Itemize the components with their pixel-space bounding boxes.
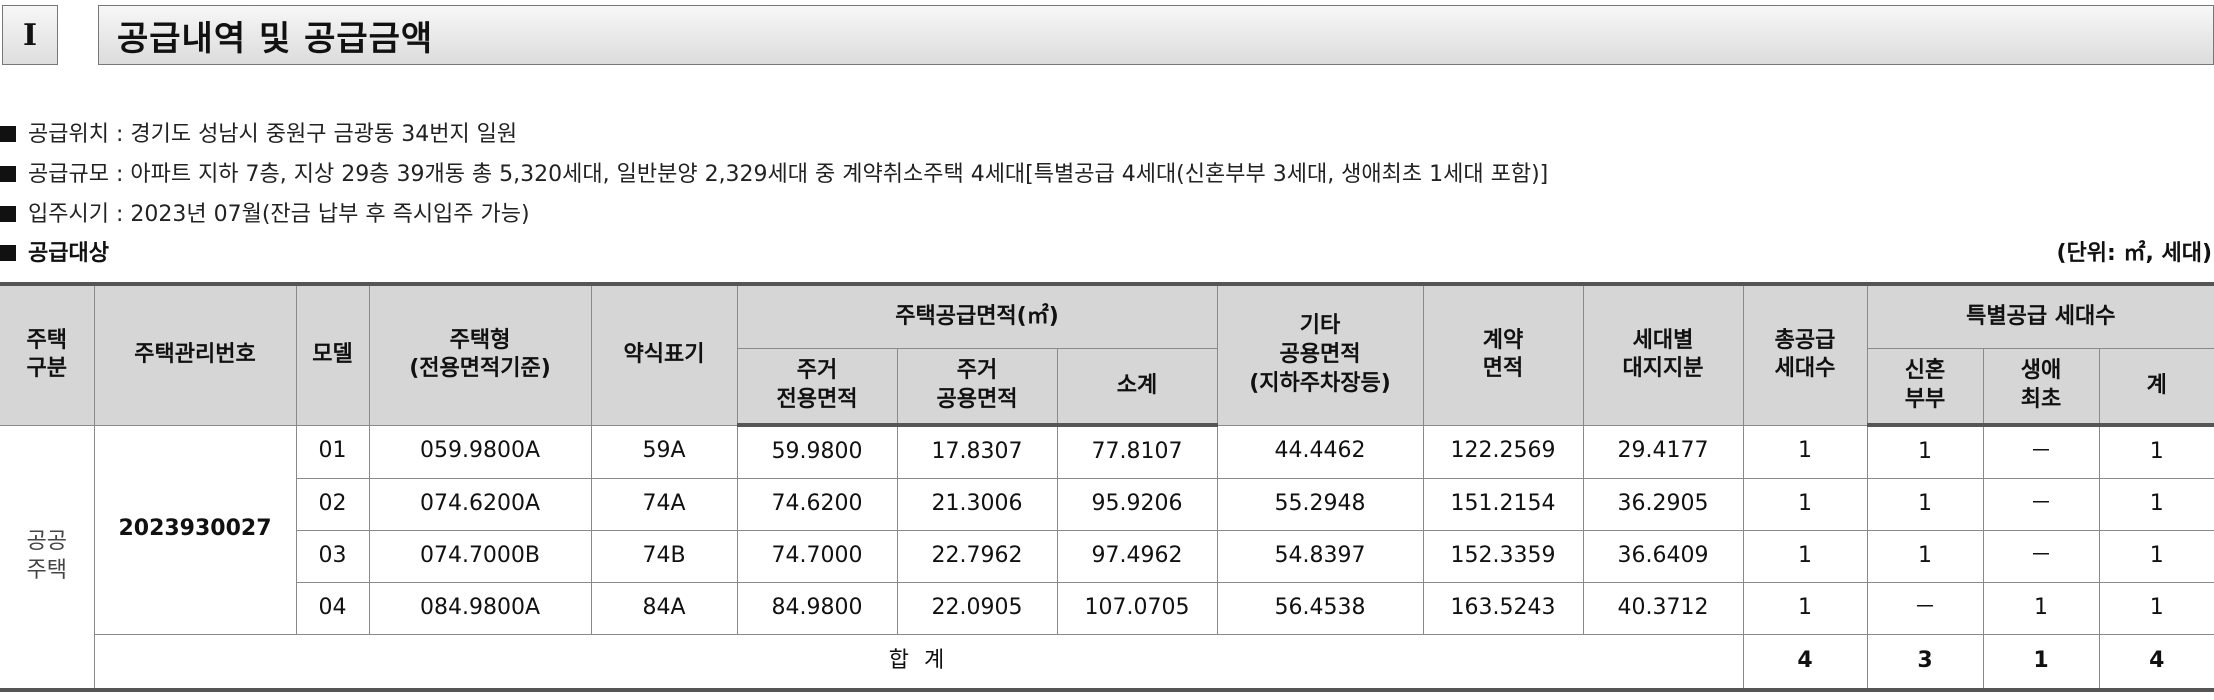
special-total-cell: 1: [2098, 424, 2214, 479]
header-total-units: 총공급 세대수: [1742, 283, 1868, 426]
subtotal-cell: 97.4962: [1056, 530, 1218, 583]
header-supply-area: 주택공급면적(㎡): [736, 283, 1218, 349]
type-cell: 084.9800A: [368, 582, 592, 635]
unit-label: (단위: ㎡, 세대): [2056, 241, 2212, 266]
first-time-cell: －: [1982, 530, 2100, 583]
land-cell: 29.4177: [1582, 424, 1744, 479]
header-subtotal: 소계: [1056, 348, 1218, 427]
type-cell: 059.9800A: [368, 424, 592, 479]
newlywed-cell: 1: [1866, 530, 1984, 583]
header-mgmt-no: 주택관리번호: [93, 283, 297, 426]
common-cell: 21.3006: [896, 478, 1058, 531]
header-abbr: 약식표기: [590, 283, 738, 426]
sum-newlywed-cell: 3: [1866, 634, 1984, 691]
other-cell: 44.4462: [1216, 424, 1424, 479]
excl-cell: 74.7000: [736, 530, 898, 583]
header-other-common: 기타 공용면적 (지하주차장등): [1216, 283, 1424, 426]
section-title: 공급내역 및 공급금액: [98, 5, 2214, 65]
subtotal-cell: 107.0705: [1056, 582, 1218, 635]
contract-cell: 122.2569: [1422, 424, 1584, 479]
header-first-time: 생애 최초: [1982, 348, 2100, 427]
excl-cell: 59.9800: [736, 424, 898, 479]
first-time-cell: －: [1982, 478, 2100, 531]
header-special: 특별공급 세대수: [1866, 283, 2214, 349]
square-bullet-icon: [0, 126, 16, 142]
total-cell: 1: [1742, 478, 1868, 531]
contract-cell: 163.5243: [1422, 582, 1584, 635]
header-residential-exclusive: 주거 전용면적: [737, 348, 898, 427]
other-cell: 55.2948: [1216, 478, 1424, 531]
total-cell: 1: [1742, 424, 1868, 479]
section-number: I: [2, 5, 58, 65]
excl-cell: 74.6200: [736, 478, 898, 531]
info-location: 공급위치 : 경기도 성남시 중원구 금광동 34번지 일원: [0, 116, 517, 148]
abbr-cell: 74B: [590, 530, 738, 583]
abbr-cell: 59A: [590, 424, 738, 479]
model-cell: 01: [295, 424, 370, 479]
supply-table: 주택 구분 주택관리번호 모델 주택형 (전용면적기준) 약식표기 주택공급면적(㎡…: [0, 282, 2214, 692]
sum-total-cell: 4: [1742, 634, 1868, 691]
header-special-total: 계: [2098, 348, 2214, 427]
other-cell: 54.8397: [1216, 530, 1424, 583]
abbr-cell: 74A: [590, 478, 738, 531]
contract-cell: 151.2154: [1422, 478, 1584, 531]
common-cell: 17.8307: [896, 424, 1058, 479]
total-cell: 1: [1742, 582, 1868, 635]
info-scale: 공급규모 : 아파트 지하 7층, 지상 29층 39개동 총 5,320세대,…: [0, 156, 1548, 188]
abbr-cell: 84A: [590, 582, 738, 635]
section-header: I 공급내역 및 공급금액: [0, 5, 2214, 67]
land-cell: 36.2905: [1582, 478, 1744, 531]
square-bullet-icon: [0, 206, 16, 222]
newlywed-cell: 1: [1866, 424, 1984, 479]
header-land-share: 세대별 대지지분: [1582, 283, 1744, 426]
land-cell: 40.3712: [1582, 582, 1744, 635]
model-cell: 02: [296, 478, 370, 531]
header-contract-area: 계약 면적: [1422, 283, 1584, 426]
excl-cell: 84.9800: [736, 582, 898, 635]
sum-label: 합 계: [94, 634, 1744, 691]
special-total-cell: 1: [2098, 530, 2214, 583]
type-cell: 074.7000B: [368, 530, 592, 583]
table-row: 02 074.6200A 74A 74.6200 21.3006 95.9206…: [0, 478, 2214, 531]
type-cell: 074.6200A: [368, 478, 592, 531]
info-target: 공급대상: [0, 235, 109, 267]
header-newlywed: 신혼 부부: [1866, 348, 1984, 427]
square-bullet-icon: [0, 245, 16, 261]
total-cell: 1: [1742, 530, 1868, 583]
newlywed-cell: 1: [1866, 478, 1984, 531]
info-move-in: 입주시기 : 2023년 07월(잔금 납부 후 즉시입주 가능): [0, 196, 530, 228]
special-total-cell: 1: [2098, 478, 2214, 531]
contract-cell: 152.3359: [1422, 530, 1584, 583]
model-cell: 03: [296, 530, 370, 583]
other-cell: 56.4538: [1216, 582, 1424, 635]
table-row: 04 084.9800A 84A 84.9800 22.0905 107.070…: [0, 582, 2214, 635]
subtotal-cell: 77.8107: [1056, 424, 1218, 479]
group-cell: 공공 주택: [0, 424, 95, 691]
header-residential-common: 주거 공용면적: [896, 348, 1058, 427]
subtotal-cell: 95.9206: [1056, 478, 1218, 531]
header-model: 모델: [295, 283, 370, 426]
table-row: 공공 주택 2023930027 01 059.9800A 59A 59.9800…: [0, 424, 2214, 691]
model-cell: 04: [296, 582, 370, 635]
table-row: 03 074.7000B 74B 74.7000 22.7962 97.4962…: [0, 530, 2214, 583]
common-cell: 22.7962: [896, 530, 1058, 583]
header-type-group: 주택 구분: [0, 283, 95, 426]
mgmt-number-cell: 2023930027: [93, 424, 297, 635]
square-bullet-icon: [0, 166, 16, 182]
sum-first-time-cell: 1: [1982, 634, 2100, 691]
first-time-cell: 1: [1982, 582, 2100, 635]
header-housing-type: 주택형 (전용면적기준): [368, 283, 592, 426]
land-cell: 36.6409: [1582, 530, 1744, 583]
first-time-cell: －: [1982, 424, 2100, 479]
sum-special-total-cell: 4: [2098, 634, 2214, 691]
common-cell: 22.0905: [896, 582, 1058, 635]
newlywed-cell: －: [1866, 582, 1984, 635]
special-total-cell: 1: [2098, 582, 2214, 635]
sum-row: 합 계 4 3 1 4: [0, 634, 2214, 691]
